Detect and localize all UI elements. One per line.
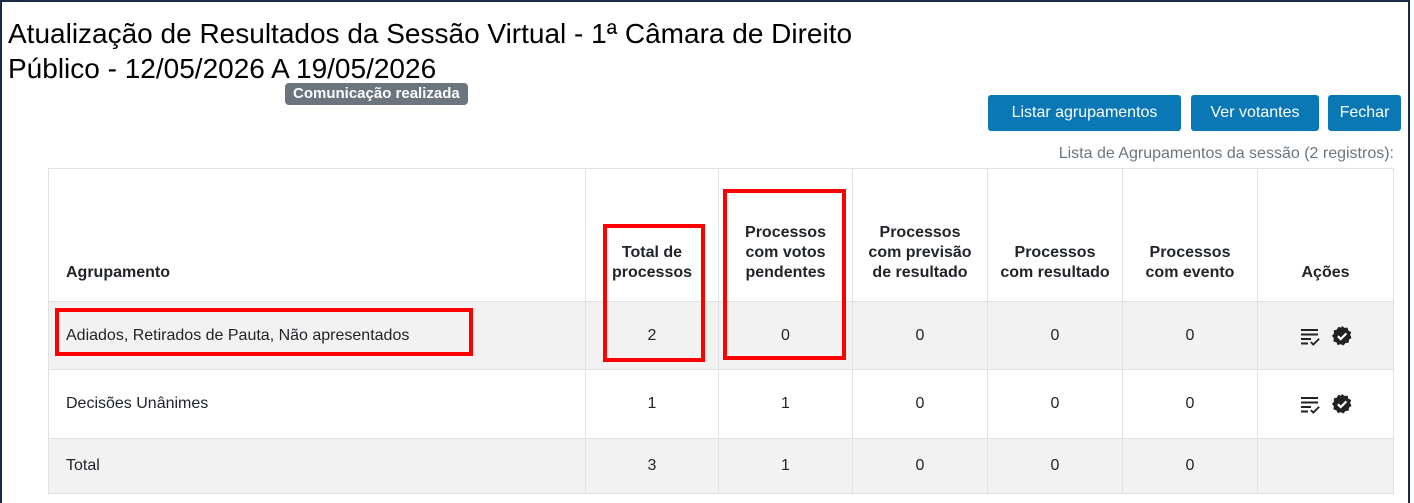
cell-total: 1 — [585, 369, 719, 439]
cell-event: 0 — [1122, 301, 1258, 370]
header-total: Total de processos — [585, 168, 719, 302]
header-result: Processos com resultado — [987, 168, 1123, 302]
cell-total: 3 — [585, 438, 719, 494]
table-row: Adiados, Retirados de Pauta, Não apresen… — [48, 301, 1394, 370]
cell-forecast: 0 — [852, 438, 988, 494]
cell-result: 0 — [987, 369, 1123, 439]
header-event: Processos com evento — [1122, 168, 1258, 302]
header-grouping: Agrupamento — [48, 168, 586, 302]
cell-actions — [1257, 369, 1394, 439]
cell-actions-empty — [1257, 438, 1394, 494]
cell-forecast: 0 — [852, 369, 988, 439]
verified-badge-icon[interactable] — [1331, 325, 1353, 347]
header-pending: Processos com votos pendentes — [718, 168, 853, 302]
cell-grouping: Decisões Unânimes — [48, 369, 586, 439]
table-caption: Lista de Agrupamentos da sessão (2 regis… — [1058, 145, 1394, 162]
cell-event: 0 — [1122, 369, 1258, 439]
groups-table: Agrupamento Total de processos Processos… — [48, 168, 1394, 494]
cell-result: 0 — [987, 301, 1123, 370]
cell-forecast: 0 — [852, 301, 988, 370]
table-row: Decisões Unânimes 1 1 0 0 0 — [48, 369, 1394, 439]
header-forecast: Processos com previsão de resultado — [852, 168, 988, 302]
verified-badge-icon[interactable] — [1331, 393, 1353, 415]
cell-total-label: Total — [48, 438, 586, 494]
close-button[interactable]: Fechar — [1328, 95, 1401, 131]
cell-total: 2 — [585, 301, 719, 370]
table-header-row: Agrupamento Total de processos Processos… — [48, 168, 1394, 302]
page-title: Atualização de Resultados da Sessão Virt… — [8, 18, 853, 84]
cell-pending: 1 — [718, 369, 853, 439]
cell-result: 0 — [987, 438, 1123, 494]
cell-pending: 0 — [718, 301, 853, 370]
header-actions: Ações — [1257, 168, 1394, 302]
cell-grouping: Adiados, Retirados de Pauta, Não apresen… — [48, 301, 586, 370]
list-check-icon[interactable] — [1299, 393, 1321, 415]
list-groups-button[interactable]: Listar agrupamentos — [988, 95, 1181, 131]
status-badge: Comunicação realizada — [285, 83, 468, 105]
table-total-row: Total 3 1 0 0 0 — [48, 438, 1394, 494]
cell-pending: 1 — [718, 438, 853, 494]
cell-actions — [1257, 301, 1394, 370]
cell-event: 0 — [1122, 438, 1258, 494]
view-voters-button[interactable]: Ver votantes — [1191, 95, 1319, 131]
list-check-icon[interactable] — [1299, 325, 1321, 347]
